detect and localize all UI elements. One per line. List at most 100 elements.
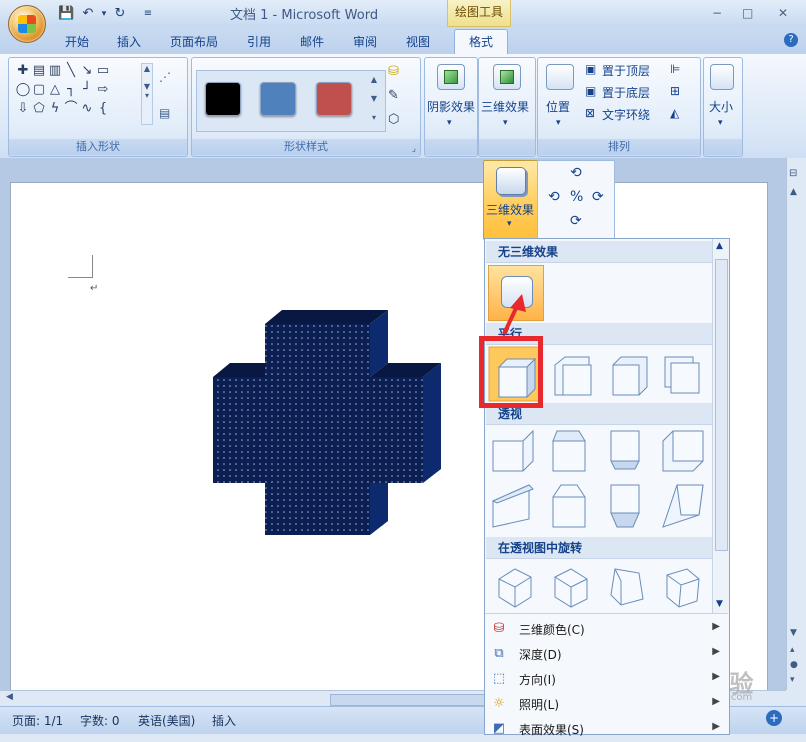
style-swatch-red[interactable]: [316, 82, 352, 116]
oval-icon[interactable]: ◯: [15, 82, 31, 98]
3d-cross-shape[interactable]: [210, 306, 446, 540]
tab-review[interactable]: 审阅: [353, 33, 377, 50]
rounded-rect-icon[interactable]: ▢: [31, 82, 47, 98]
group-icon[interactable]: ⊞: [670, 84, 680, 98]
tab-insert[interactable]: 插入: [117, 33, 141, 50]
menu-item-depth[interactable]: ⧉ 深度(D) ▶: [485, 642, 728, 667]
3d-effects-dropdown-button[interactable]: 三维效果 ▾: [483, 160, 539, 240]
tilt-up-icon[interactable]: ⟲: [570, 165, 582, 181]
tab-home[interactable]: 开始: [65, 33, 89, 50]
tab-mailings[interactable]: 邮件: [300, 33, 324, 50]
menu-scrollbar[interactable]: ▲ ▼: [712, 239, 729, 613]
down-arrow-icon[interactable]: ⇩: [15, 101, 31, 117]
shape-outline-icon[interactable]: ✎: [388, 88, 399, 103]
vertical-textbox-icon[interactable]: ▥: [47, 63, 63, 79]
perspective-cube-8[interactable]: [662, 484, 704, 528]
undo-dropdown-icon[interactable]: ▾: [96, 6, 112, 22]
status-words[interactable]: 字数: 0: [80, 712, 120, 729]
menu-item-lighting[interactable]: ☼ 照明(L) ▶: [485, 692, 728, 717]
previous-page-icon[interactable]: ▴: [790, 645, 795, 655]
lightning-icon[interactable]: ϟ: [47, 101, 63, 117]
undo-icon[interactable]: ↶: [80, 6, 96, 22]
arrow-line-icon[interactable]: ↘: [79, 63, 95, 79]
status-mode[interactable]: 插入: [212, 712, 236, 729]
rotated-cube-1[interactable]: [498, 568, 532, 608]
bring-to-front-button[interactable]: 置于顶层: [602, 62, 650, 79]
scroll-up-icon[interactable]: ▲: [716, 241, 723, 251]
position-button[interactable]: 位置: [546, 98, 570, 115]
triangle-icon[interactable]: △: [47, 82, 63, 98]
ruler-toggle-icon[interactable]: ⊟: [789, 168, 797, 179]
line-icon[interactable]: ╲: [63, 63, 79, 79]
next-page-icon[interactable]: ▾: [790, 675, 795, 685]
save-icon[interactable]: 💾: [58, 6, 74, 22]
rotated-cube-2[interactable]: [554, 568, 588, 608]
scroll-down-icon[interactable]: ▼: [790, 628, 797, 638]
menu-item-3d-color[interactable]: ⛁ 三维颜色(C) ▶: [485, 617, 728, 642]
parallel-cube-4[interactable]: [664, 356, 700, 394]
tilt-right-icon[interactable]: ⟳: [592, 189, 604, 205]
help-icon[interactable]: ?: [784, 33, 798, 47]
rotate-icon[interactable]: ◭: [670, 106, 679, 120]
style-gallery-scroll[interactable]: ▲ ▼ ▾: [368, 70, 380, 128]
tilt-left-icon[interactable]: ⟲: [548, 189, 560, 205]
perspective-cube-3[interactable]: [610, 430, 640, 470]
customize-qat-icon[interactable]: ≡: [140, 6, 156, 22]
cross-shape-icon[interactable]: ✚: [15, 63, 31, 79]
vertical-scrollbar[interactable]: [786, 158, 806, 690]
dialog-launcher-icon[interactable]: ⌟: [412, 144, 416, 154]
scroll-left-icon[interactable]: ◀: [6, 692, 13, 702]
restore-button[interactable]: □: [742, 6, 753, 20]
perspective-cube-4[interactable]: [662, 430, 704, 472]
brace-icon[interactable]: {: [95, 101, 111, 117]
align-icon[interactable]: ⊫: [670, 62, 680, 76]
close-button[interactable]: ✕: [778, 6, 788, 20]
minimize-button[interactable]: −: [712, 6, 722, 20]
shape-gallery-scroll[interactable]: ▲ ▼ ▾: [141, 63, 153, 125]
send-to-back-button[interactable]: 置于底层: [602, 84, 650, 101]
menu-item-direction[interactable]: ⬚ 方向(I) ▶: [485, 667, 728, 692]
shape-gallery[interactable]: ✚ ▤ ▥ ╲ ↘ ▭ ◯ ▢ △ ┐ ┘ ⇨ ⇩ ⬠ ϟ ⌒ ∿{: [15, 63, 155, 120]
status-page[interactable]: 页面: 1/1: [12, 712, 63, 729]
perspective-cube-5[interactable]: [491, 484, 534, 528]
size-button[interactable]: 大小: [709, 98, 733, 115]
perspective-cube-1[interactable]: [492, 429, 534, 472]
text-wrapping-button[interactable]: 文字环绕: [602, 106, 650, 123]
redo-icon[interactable]: ↻: [112, 6, 128, 22]
office-button[interactable]: [8, 5, 46, 43]
tilt-down-icon[interactable]: ⟳: [570, 213, 582, 229]
tab-references[interactable]: 引用: [247, 33, 271, 50]
perspective-cube-2[interactable]: [552, 430, 586, 472]
rectangle-icon[interactable]: ▭: [95, 63, 111, 79]
scroll-up-icon[interactable]: ▲: [790, 187, 797, 197]
edit-shape-icon[interactable]: ⋰: [159, 70, 171, 84]
elbow-arrow-icon[interactable]: ┘: [79, 82, 95, 98]
textbox-icon[interactable]: ▤: [31, 63, 47, 79]
draw-textbox-icon[interactable]: ▤: [159, 106, 170, 120]
arc-icon[interactable]: ⌒: [63, 101, 79, 117]
shadow-effects-button[interactable]: 阴影效果: [427, 98, 475, 115]
style-swatch-black[interactable]: [205, 82, 241, 116]
perspective-cube-6[interactable]: [552, 484, 586, 528]
3d-effects-button[interactable]: 三维效果: [481, 98, 529, 115]
tab-page-layout[interactable]: 页面布局: [170, 33, 218, 50]
pentagon-icon[interactable]: ⬠: [31, 101, 47, 117]
zoom-in-icon[interactable]: +: [766, 710, 782, 726]
curve-icon[interactable]: ∿: [79, 101, 95, 117]
browse-object-icon[interactable]: ●: [790, 660, 798, 670]
perspective-cube-7[interactable]: [610, 484, 640, 528]
menu-scroll-thumb[interactable]: [715, 259, 728, 551]
parallel-cube-2[interactable]: [554, 356, 592, 396]
tab-view[interactable]: 视图: [406, 33, 430, 50]
rotated-cube-4[interactable]: [666, 568, 700, 608]
3d-toggle-icon[interactable]: %: [570, 189, 583, 205]
rotate-perspective-options[interactable]: [485, 563, 711, 611]
right-arrow-icon[interactable]: ⇨: [95, 82, 111, 98]
menu-item-surface[interactable]: ◩ 表面效果(S) ▶: [485, 717, 728, 742]
perspective-options[interactable]: [485, 427, 711, 537]
status-language[interactable]: 英语(美国): [138, 712, 195, 729]
change-shape-icon[interactable]: ⬡: [388, 112, 399, 127]
parallel-cube-3[interactable]: [612, 356, 648, 396]
tab-format[interactable]: 格式: [454, 29, 508, 55]
elbow-connector-icon[interactable]: ┐: [63, 82, 79, 98]
